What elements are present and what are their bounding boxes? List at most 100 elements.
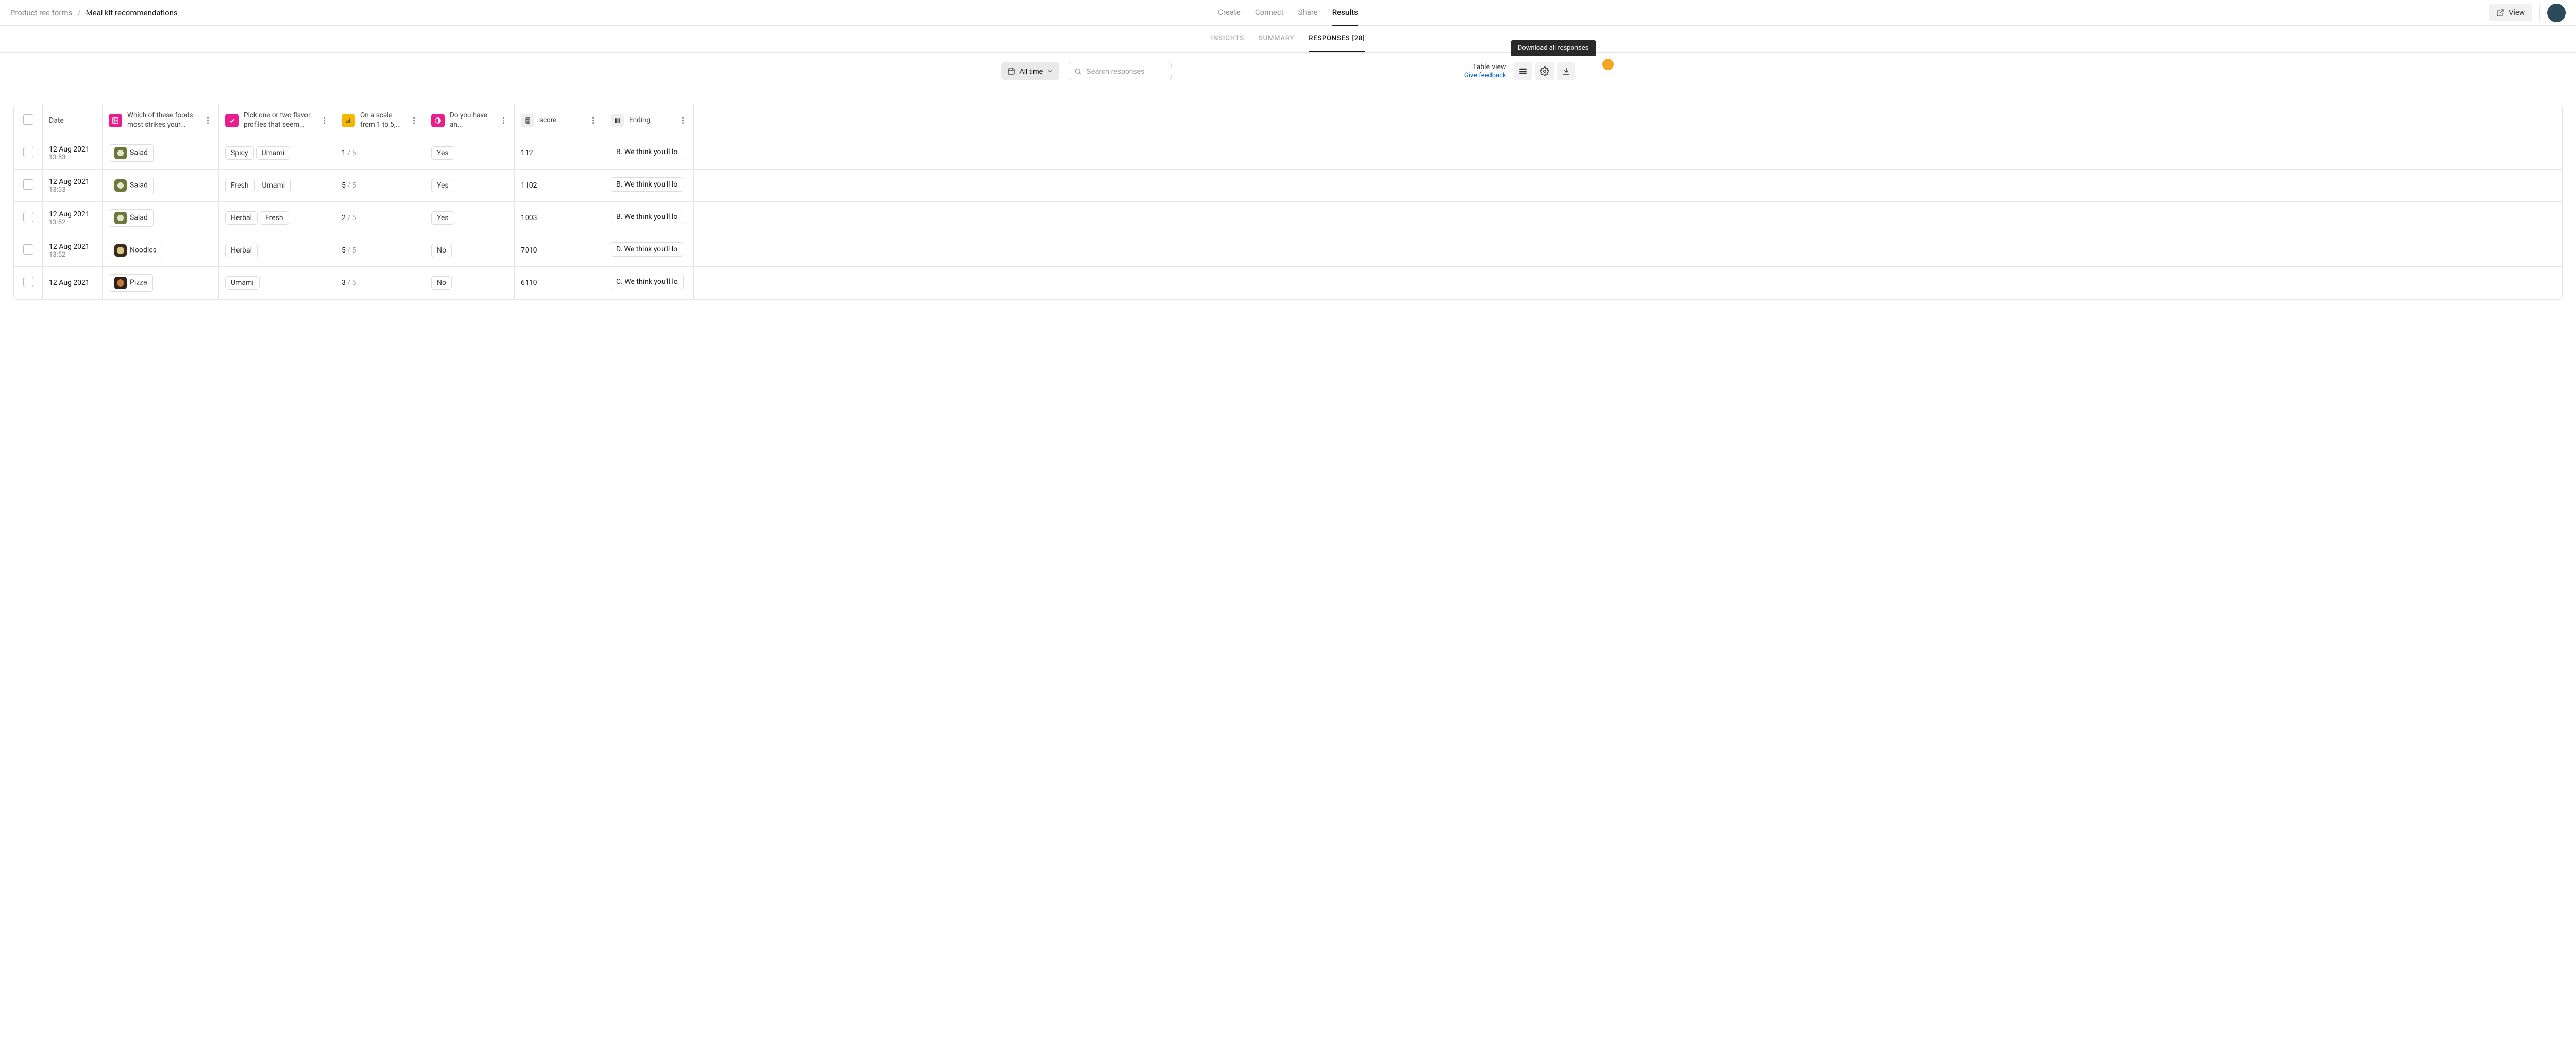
- scale-cell: 5 / 5: [335, 234, 425, 267]
- tab-results[interactable]: Results: [1332, 0, 1358, 26]
- row-checkbox-cell: [14, 267, 43, 299]
- header-q2: Pick one or two flavor profiles that see…: [219, 104, 335, 137]
- download-button[interactable]: [1557, 62, 1575, 80]
- header-overflow: [694, 104, 2562, 137]
- ending-cell: D. We think you'll lo: [604, 234, 694, 267]
- date-value: 12 Aug 2021: [49, 279, 96, 287]
- ending-chip: B. We think you'll lo: [611, 210, 683, 224]
- gear-icon: [1540, 66, 1549, 76]
- view-button[interactable]: View: [2489, 4, 2532, 21]
- column-menu-q3[interactable]: [409, 117, 418, 124]
- breadcrumb-current: Meal kit recommendations: [86, 8, 178, 18]
- column-menu-ending[interactable]: [678, 117, 687, 124]
- food-chip: Salad: [109, 209, 154, 227]
- score-cell: 1003: [515, 202, 604, 234]
- row-checkbox[interactable]: [23, 244, 33, 255]
- scale-max: / 5: [347, 214, 356, 222]
- date-value: 12 Aug 2021: [49, 145, 96, 154]
- header-q4: Do you have an...: [425, 104, 515, 137]
- flavor-chip: Umami: [225, 276, 260, 290]
- food-thumbnail: [114, 244, 127, 257]
- subtab-insights[interactable]: INSIGHTS: [1211, 26, 1244, 52]
- score-cell: 6110: [515, 267, 604, 299]
- row-checkbox[interactable]: [23, 147, 33, 157]
- table-row[interactable]: 12 Aug 202113:53SaladSpicyUmami1 / 5Yes1…: [14, 137, 2562, 170]
- header-q3: On a scale from 1 to 5,...: [335, 104, 425, 137]
- yesno-chip: Yes: [431, 146, 454, 160]
- breadcrumb: Product rec forms / Meal kit recommendat…: [10, 8, 178, 18]
- tab-create[interactable]: Create: [1218, 0, 1241, 26]
- table-row[interactable]: 12 Aug 202113:52SaladHerbalFresh2 / 5Yes…: [14, 202, 2562, 234]
- food-thumbnail: [114, 277, 127, 289]
- give-feedback-link[interactable]: Give feedback: [1464, 72, 1506, 79]
- responses-table-wrap: Date Which of these foods most strikes y…: [13, 104, 2563, 300]
- row-checkbox[interactable]: [23, 179, 33, 190]
- overflow-cell: [694, 170, 2562, 202]
- score-cell: 112: [515, 137, 604, 170]
- subtab-responses[interactable]: RESPONSES [28]: [1309, 26, 1365, 52]
- ending-chip: B. We think you'll lo: [611, 145, 683, 159]
- settings-button[interactable]: [1535, 62, 1554, 80]
- scale-value: 5: [342, 181, 346, 190]
- chevron-down-icon: [1047, 68, 1053, 74]
- flavor-cell: HerbalFresh: [219, 202, 335, 234]
- flavor-chip: Spicy: [225, 146, 254, 160]
- time-value: 13:53: [49, 186, 96, 194]
- flavor-chip: Umami: [256, 146, 291, 160]
- food-cell: Salad: [103, 202, 219, 234]
- breadcrumb-parent[interactable]: Product rec forms: [10, 8, 72, 18]
- row-checkbox[interactable]: [23, 212, 33, 222]
- view-button-label: View: [2509, 8, 2525, 17]
- flavor-chip: Fresh: [225, 179, 255, 192]
- date-value: 12 Aug 2021: [49, 178, 96, 186]
- date-cell: 12 Aug 202113:52: [43, 234, 103, 267]
- subtab-summary[interactable]: SUMMARY: [1259, 26, 1294, 52]
- food-thumbnail: [114, 147, 127, 159]
- column-menu-q1[interactable]: [203, 117, 212, 124]
- scale-cell: 5 / 5: [335, 170, 425, 202]
- food-chip: Noodles: [109, 242, 162, 259]
- image-choice-icon: [109, 114, 122, 127]
- topbar: Product rec forms / Meal kit recommendat…: [0, 0, 2576, 26]
- header-q2-label: Pick one or two flavor profiles that see…: [244, 111, 314, 129]
- flavor-chip: Herbal: [225, 211, 258, 225]
- download-icon: [1562, 66, 1571, 76]
- time-filter-button[interactable]: All time: [1001, 62, 1060, 80]
- flavor-chip: Herbal: [225, 244, 258, 257]
- yesno-chip: No: [431, 244, 452, 257]
- density-button[interactable]: [1514, 62, 1532, 80]
- scale-max: / 5: [347, 279, 356, 287]
- date-cell: 12 Aug 202113:53: [43, 137, 103, 170]
- scale-cell: 1 / 5: [335, 137, 425, 170]
- header-score: score: [515, 104, 604, 137]
- column-menu-q2[interactable]: [319, 117, 329, 124]
- row-checkbox[interactable]: [23, 277, 33, 287]
- flavor-chip: Fresh: [260, 211, 289, 225]
- table-row[interactable]: 12 Aug 2021PizzaUmami3 / 5No6110C. We th…: [14, 267, 2562, 299]
- notification-badge: [1602, 59, 1614, 70]
- ending-cell: B. We think you'll lo: [604, 137, 694, 170]
- ending-cell: B. We think you'll lo: [604, 202, 694, 234]
- header-date: Date: [43, 104, 103, 137]
- search-box[interactable]: [1069, 62, 1172, 80]
- search-icon: [1074, 68, 1082, 75]
- scale-value: 2: [342, 214, 346, 222]
- yesno-chip: No: [431, 276, 452, 290]
- header-q1-label: Which of these foods most strikes your..…: [127, 111, 198, 129]
- ending-icon: [611, 114, 624, 127]
- tab-share[interactable]: Share: [1298, 0, 1317, 26]
- search-input[interactable]: [1086, 67, 1179, 75]
- row-checkbox-cell: [14, 234, 43, 267]
- column-menu-q4[interactable]: [499, 117, 508, 124]
- avatar[interactable]: [2547, 4, 2566, 22]
- column-menu-score[interactable]: [588, 117, 598, 124]
- select-all-checkbox[interactable]: [23, 114, 33, 125]
- header-ending-label: Ending: [629, 116, 673, 125]
- table-row[interactable]: 12 Aug 202113:53SaladFreshUmami5 / 5Yes1…: [14, 170, 2562, 202]
- icon-buttons: Download all responses: [1514, 62, 1575, 80]
- row-checkbox-cell: [14, 202, 43, 234]
- food-chip: Salad: [109, 177, 154, 194]
- calendar-icon: [1007, 67, 1015, 75]
- table-row[interactable]: 12 Aug 202113:52NoodlesHerbal5 / 5No7010…: [14, 234, 2562, 267]
- tab-connect[interactable]: Connect: [1255, 0, 1284, 26]
